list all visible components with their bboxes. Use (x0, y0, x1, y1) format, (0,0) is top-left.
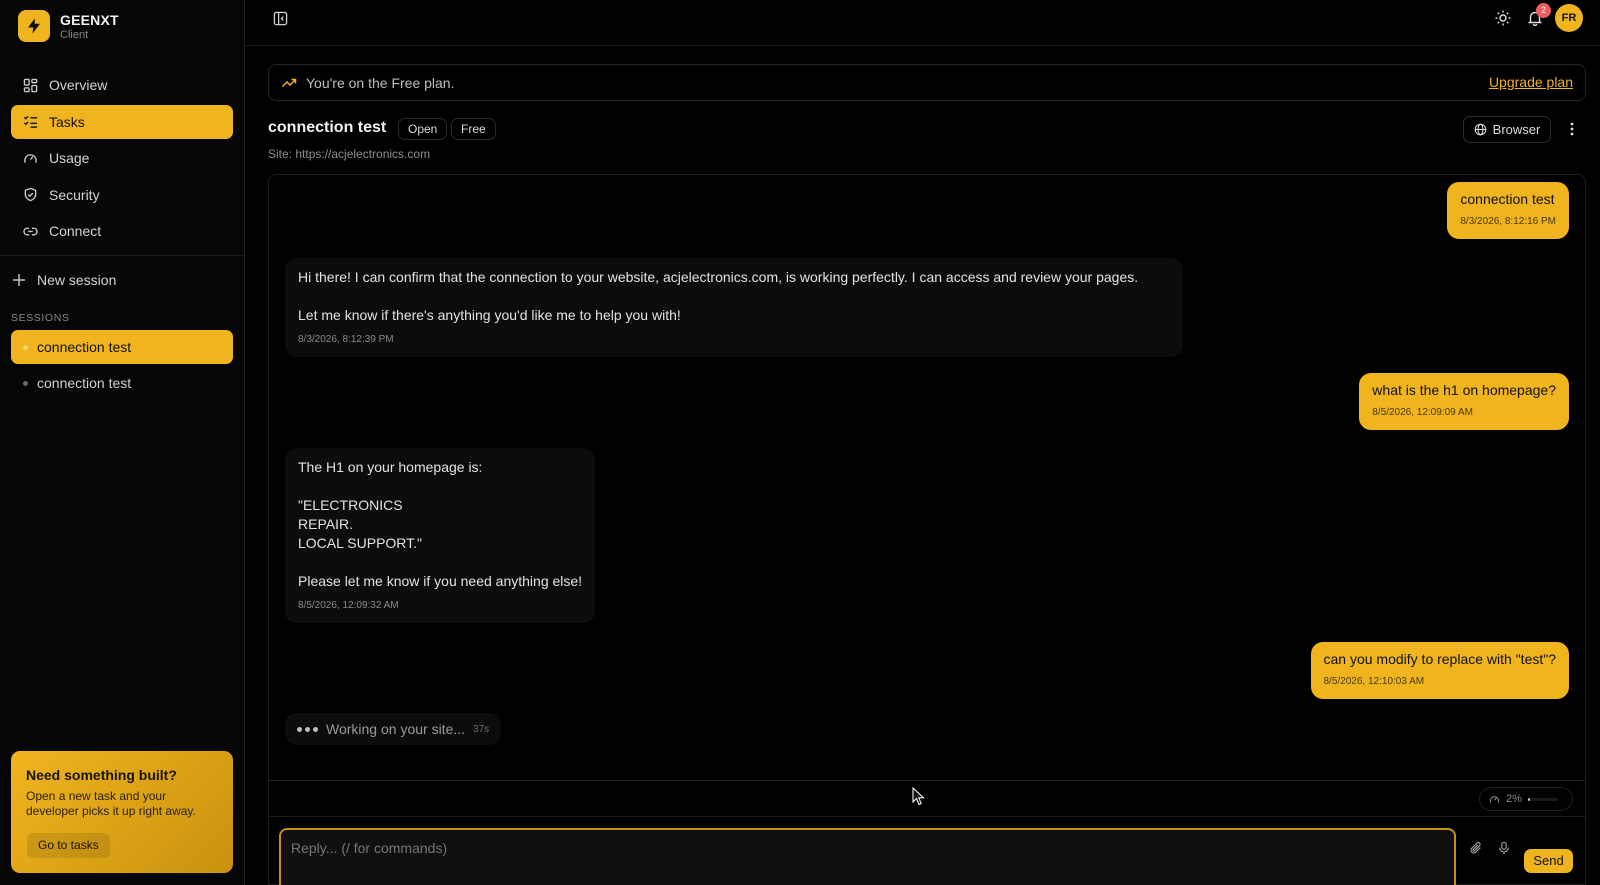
user-message: connection test 8/3/2026, 8:12:16 PM (1447, 182, 1569, 239)
page-title: connection test (268, 119, 387, 136)
sidebar-item-usage[interactable]: Usage (11, 141, 233, 175)
brand[interactable]: GEENXT Client (18, 10, 119, 42)
working-elapsed: 37s (473, 723, 490, 735)
user-message: can you modify to replace with "test"? 8… (1310, 642, 1569, 699)
usage-bar-fill (1527, 797, 1530, 801)
list-check-icon (23, 115, 38, 128)
promo-text: Open a new task and your developer picks… (26, 789, 196, 818)
working-indicator: Working on your site... 37s (285, 713, 502, 745)
sessions-heading: SESSIONS (11, 312, 70, 324)
sidebar-item-tasks[interactable]: Tasks (11, 104, 233, 139)
avatar[interactable]: FR (1555, 4, 1583, 32)
usage-bar (1527, 797, 1558, 801)
link-icon (23, 227, 38, 235)
sidebar-item-label: Tasks (49, 113, 85, 130)
trending-up-icon (281, 78, 297, 87)
more-vertical-icon[interactable] (1566, 121, 1578, 137)
session-dot (23, 380, 28, 386)
promo-title: Need something built? (26, 767, 177, 783)
sidebar-item-label: Connect (49, 223, 102, 239)
sidebar-item-label: Usage (49, 150, 90, 166)
brand-subtitle: Client (60, 28, 89, 41)
plan-text: You're on the Free plan. (306, 74, 455, 91)
typing-dots-icon (297, 726, 318, 732)
session-item[interactable]: connection test (11, 366, 233, 400)
chat-panel: connection test 8/3/2026, 8:12:16 PM Hi … (268, 174, 1586, 885)
gauge-icon (1489, 795, 1500, 803)
plan-badge: Free (451, 118, 496, 140)
new-session-label: New session (37, 272, 117, 288)
usage-percent: 2% (1506, 793, 1522, 805)
globe-icon (1474, 123, 1486, 136)
session-label: connection test (37, 375, 132, 391)
sidebar-item-connect[interactable]: Connect (11, 214, 233, 248)
session-item[interactable]: connection test (11, 330, 233, 364)
usage-indicator[interactable]: 2% (1479, 787, 1573, 811)
message-text: Hi there! I can confirm that the connect… (298, 269, 1139, 323)
brand-name: GEENXT (60, 11, 119, 28)
grid-icon (23, 78, 38, 92)
working-text: Working on your site... (326, 721, 466, 737)
message-timestamp: 8/3/2026, 8:12:16 PM (1460, 216, 1556, 227)
topbar: 2 FR (245, 0, 1600, 46)
paperclip-icon[interactable] (1469, 841, 1483, 855)
message-text: can you modify to replace with "test"? (1323, 651, 1557, 667)
browser-button[interactable]: Browser (1463, 116, 1551, 143)
session-label: connection test (37, 339, 132, 355)
status-badge: Open (398, 118, 448, 140)
message-text: The H1 on your homepage is: "ELECTRONICS… (298, 459, 583, 589)
plan-banner: You're on the Free plan. Upgrade plan (268, 64, 1586, 101)
browser-button-label: Browser (1492, 122, 1541, 137)
sun-icon[interactable] (1495, 10, 1511, 26)
go-to-tasks-button[interactable]: Go to tasks (27, 833, 110, 858)
message-timestamp: 8/5/2026, 12:09:32 AM (298, 600, 399, 611)
message-text: connection test (1460, 191, 1555, 207)
send-button[interactable]: Send (1524, 849, 1573, 873)
sessions-list: connection test connection test (11, 330, 233, 402)
promo-card: Need something built? Open a new task an… (11, 751, 233, 873)
app-root: GEENXT Client Overview Tasks Usage Secur… (0, 0, 1600, 885)
message-timestamp: 8/5/2026, 12:10:03 AM (1323, 676, 1425, 687)
sidebar-item-label: Security (49, 186, 100, 203)
shield-icon (24, 187, 37, 202)
message-text: what is the h1 on homepage? (1372, 382, 1556, 398)
message-timestamp: 8/3/2026, 8:12:39 PM (298, 334, 394, 345)
plus-icon (13, 274, 25, 286)
sidebar-item-overview[interactable]: Overview (11, 68, 233, 102)
assistant-message: The H1 on your homepage is: "ELECTRONICS… (285, 448, 596, 623)
main-nav: Overview Tasks Usage Security Connect (11, 68, 233, 251)
microphone-icon[interactable] (1497, 841, 1511, 855)
lightning-bolt-icon (18, 10, 50, 42)
sidebar: GEENXT Client Overview Tasks Usage Secur… (0, 0, 245, 885)
session-dot (23, 344, 28, 350)
gauge-icon (24, 153, 37, 163)
notification-badge: 2 (1536, 3, 1551, 18)
assistant-message: Hi there! I can confirm that the connect… (285, 258, 1183, 357)
new-session-button[interactable]: New session (12, 272, 116, 288)
composer-divider (269, 816, 1585, 817)
sidebar-divider (0, 255, 244, 256)
notifications-button[interactable]: 2 (1527, 3, 1551, 27)
sidebar-item-security[interactable]: Security (11, 178, 233, 212)
mouse-cursor-icon (912, 787, 925, 806)
reply-input[interactable] (279, 828, 1456, 885)
user-message: what is the h1 on homepage? 8/5/2026, 12… (1359, 373, 1569, 430)
sidebar-item-label: Overview (49, 77, 108, 93)
upgrade-plan-link[interactable]: Upgrade plan (1489, 74, 1573, 90)
site-url: Site: https://acjelectronics.com (268, 147, 431, 161)
chat-divider (269, 780, 1585, 781)
message-timestamp: 8/5/2026, 12:09:09 AM (1372, 407, 1473, 418)
sidebar-toggle-icon[interactable] (273, 11, 288, 26)
